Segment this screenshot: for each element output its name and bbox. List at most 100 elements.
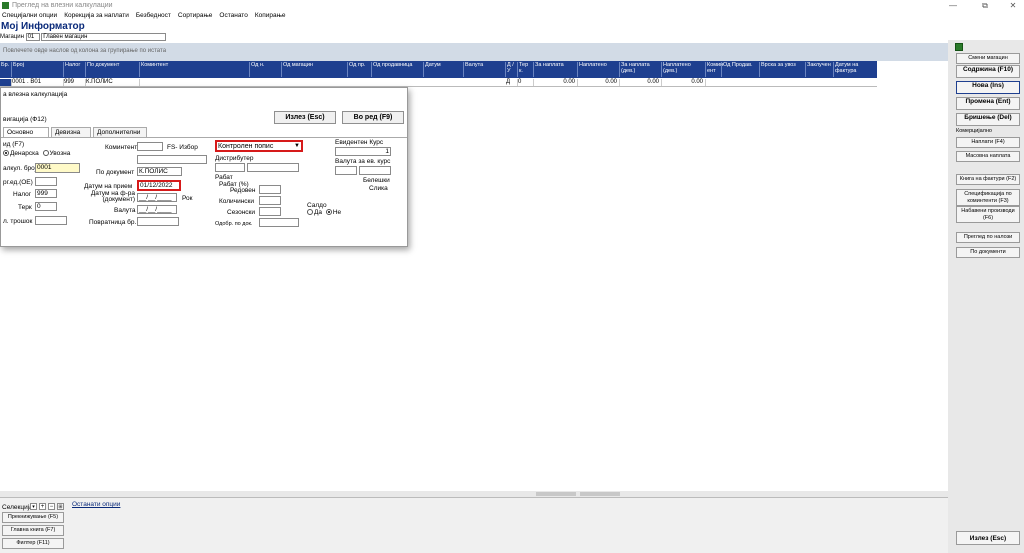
seasonal-rebate-field[interactable]	[259, 207, 281, 216]
nalog-field[interactable]: 999	[35, 189, 57, 198]
selection-dropdown[interactable]: ▾	[30, 503, 37, 510]
exit-main-button[interactable]: Излез (Esc)	[956, 531, 1020, 545]
tab-foreign[interactable]: Девизна	[51, 127, 91, 137]
distributor-name-field[interactable]	[247, 163, 299, 172]
balance-radio-group: Да Не	[307, 209, 341, 216]
row-selector[interactable]	[0, 79, 12, 86]
group-by-area[interactable]: Повлечете овде наслов од колона за групи…	[0, 43, 948, 61]
currency-date-field[interactable]: __/__/____	[137, 205, 177, 214]
col-header-od-n[interactable]: Од н.	[250, 62, 282, 77]
filter-button[interactable]: Филтер (F11)	[2, 538, 64, 549]
col-header-du[interactable]: Д / У	[506, 62, 518, 77]
tab-additional[interactable]: Дополнителни	[93, 127, 147, 137]
col-header-locked[interactable]: Заклучен	[806, 62, 834, 77]
ok-button[interactable]: Во ред (F9)	[342, 111, 404, 124]
spec-by-client-button[interactable]: Спецификација по коминтенти (F3)	[956, 189, 1020, 206]
col-header-paid[interactable]: Наплатено	[578, 62, 620, 77]
store-name-field[interactable]: Главен магацин	[41, 33, 167, 41]
excel-icon[interactable]	[955, 43, 963, 51]
col-header-invoice-date[interactable]: Датум на фактура	[834, 62, 877, 77]
menu-copying[interactable]: Копирање	[255, 12, 286, 19]
col-header-date[interactable]: Датум	[424, 62, 464, 77]
other-options-link[interactable]: Останати опции	[72, 501, 120, 508]
cost-field[interactable]	[35, 216, 67, 225]
notes-label[interactable]: Белешки	[363, 177, 390, 184]
minimize-button[interactable]: —	[946, 1, 960, 11]
image-label[interactable]: Слика	[369, 185, 388, 192]
add-icon[interactable]: +	[39, 503, 46, 510]
tab-basic[interactable]: Основно	[3, 127, 49, 137]
mass-payment-button[interactable]: Масовна наплата	[956, 151, 1020, 162]
calc-number-field[interactable]: 0001	[35, 163, 80, 173]
distributor-code-field[interactable]	[215, 163, 245, 172]
change-store-button[interactable]: Смени магацин	[956, 53, 1020, 64]
close-button[interactable]: ✕	[1006, 1, 1020, 11]
col-header-number[interactable]: Број	[12, 62, 64, 77]
store-code-field[interactable]: 01	[25, 33, 40, 41]
edit-button[interactable]: Промена (Ent)	[956, 97, 1020, 110]
navigation-label[interactable]: вигација (Ф12)	[3, 116, 47, 123]
col-header-nalog[interactable]: Налог	[64, 62, 86, 77]
quantity-rebate-field[interactable]	[259, 196, 281, 205]
col-header-nr[interactable]: Бр.	[0, 62, 12, 77]
col-header-from-shop2[interactable]: Од Продав.	[722, 62, 760, 77]
menu-sorting[interactable]: Сортирање	[178, 12, 213, 19]
content-button[interactable]: Содржина (F10)	[956, 65, 1020, 78]
menu-other[interactable]: Останато	[219, 12, 247, 19]
type-label: ид (F7)	[3, 141, 25, 148]
calc-type-select[interactable]: Контролен попис ▼	[215, 140, 303, 152]
fs-select-label[interactable]: FS- Избор	[167, 144, 198, 151]
by-documents-button[interactable]: По документи	[956, 247, 1020, 258]
invoice-book-button[interactable]: Книга на фактури (F2)	[956, 174, 1020, 185]
orders-overview-button[interactable]: Преглед по налози	[956, 232, 1020, 243]
komitent-field[interactable]	[137, 142, 163, 151]
menu-special-options[interactable]: Специјални опции	[2, 12, 57, 19]
remove-icon[interactable]: −	[48, 503, 55, 510]
col-header-currency[interactable]: Валута	[464, 62, 506, 77]
radio-balance-yes[interactable]	[307, 209, 313, 216]
filter-icon[interactable]: ⊞	[57, 503, 64, 510]
col-header-import-link[interactable]: Врска за увоз	[760, 62, 806, 77]
col-header-to-pay[interactable]: За наплата	[534, 62, 578, 77]
komitent-name-field[interactable]	[137, 155, 207, 164]
scroll-thumb[interactable]	[536, 492, 576, 496]
chevron-down-icon[interactable]: ▼	[294, 142, 300, 150]
by-document-field[interactable]: К.ПОЛИС	[137, 167, 182, 176]
delete-button[interactable]: Бришење (Del)	[956, 113, 1020, 126]
col-header-to-pay-dev[interactable]: За наплата (дев.)	[620, 62, 662, 77]
general-ledger-button[interactable]: Главна книга (F7)	[2, 525, 64, 536]
col-header-paid-dev[interactable]: Наплатено (дев.)	[662, 62, 706, 77]
table-row[interactable]: 0001 . В01 999 К.ПОЛИС Д 0 0.00 0.00 0.0…	[0, 78, 877, 87]
col-header-od-pr[interactable]: Од пр.	[348, 62, 372, 77]
col-header-from-store[interactable]: Од магацин	[282, 62, 348, 77]
purchased-products-button[interactable]: Набавени производи (F6)	[956, 206, 1020, 223]
radio-balance-no[interactable]	[325, 209, 332, 216]
col-header-komitent[interactable]: Коминтент	[140, 62, 250, 77]
rate-currency-name-field[interactable]	[359, 166, 391, 175]
receipt-date-field[interactable]: 01/12/2022	[137, 180, 181, 191]
rebate-label: Рабат	[215, 174, 233, 181]
invoice-date-field[interactable]: __/__/____	[137, 193, 177, 202]
col-header-komitent-short[interactable]: Комин ент	[706, 62, 723, 77]
radio-denarska[interactable]	[3, 150, 9, 157]
scroll-thumb-2[interactable]	[580, 492, 620, 496]
org-unit-field[interactable]	[35, 177, 57, 186]
radio-uvozna[interactable]	[42, 150, 49, 157]
col-header-document[interactable]: По документ	[86, 62, 140, 77]
menu-security[interactable]: Безбедност	[136, 12, 171, 19]
rate-currency-field[interactable]	[335, 166, 357, 175]
col-header-ter[interactable]: Тер к.	[518, 62, 534, 77]
exchange-rate-field[interactable]: 1	[335, 147, 391, 156]
ter-field[interactable]: 0	[35, 202, 57, 211]
return-number-field[interactable]	[137, 217, 179, 226]
receipt-date-label: Датум на прием	[84, 183, 133, 190]
transfer-button[interactable]: Прекнижување (F5)	[2, 512, 64, 523]
regular-rebate-field[interactable]	[259, 185, 281, 194]
exit-button[interactable]: Излез (Esc)	[274, 111, 336, 124]
menu-payment-correction[interactable]: Корекција за наплати	[64, 12, 129, 19]
col-header-from-shop[interactable]: Од продавница	[372, 62, 424, 77]
new-button[interactable]: Нова (Ins)	[956, 81, 1020, 94]
payments-button[interactable]: Наплати (F4)	[956, 137, 1020, 148]
approved-by-doc-field[interactable]	[259, 218, 299, 227]
restore-button[interactable]: ⧉	[978, 1, 992, 11]
